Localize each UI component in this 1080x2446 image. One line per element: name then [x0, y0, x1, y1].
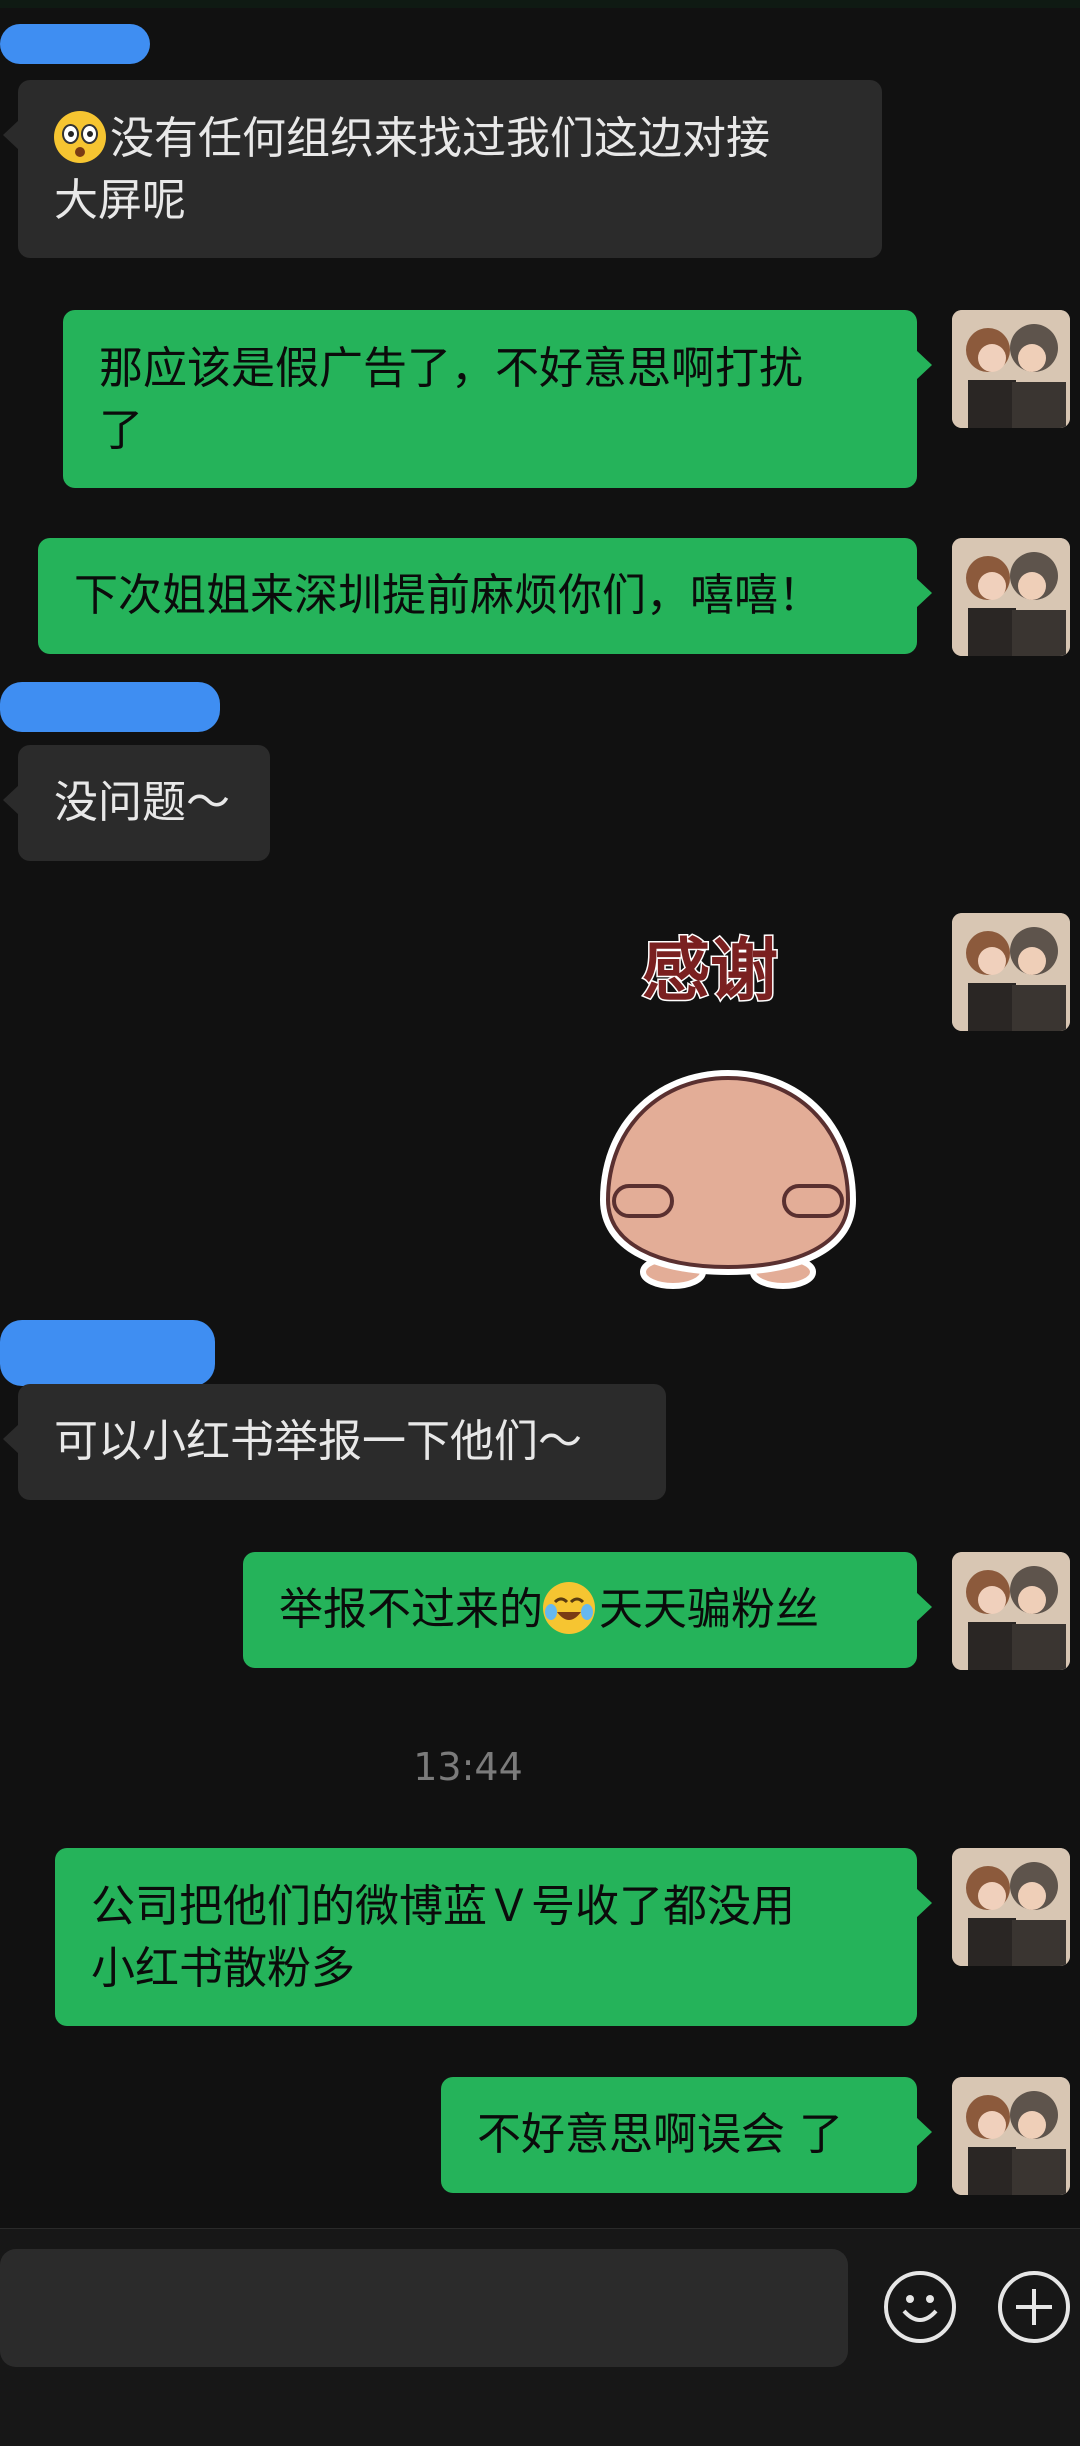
bubble-tail [916, 1888, 932, 1918]
sticker-caption: 感谢 [640, 931, 779, 1013]
bubble-tail [3, 120, 19, 150]
my-avatar[interactable] [952, 2077, 1070, 2195]
message-text: 可以小红书举报一下他们～ [54, 1416, 582, 1467]
sender-name-redacted [0, 682, 220, 732]
bubble-tail [916, 578, 932, 608]
message-text: 了 [99, 405, 143, 456]
sender-name-redacted [0, 1320, 215, 1386]
outgoing-message-bubble[interactable]: 不好意思啊误会 了 [441, 2077, 932, 2193]
outgoing-message-bubble[interactable]: 那应该是假广告了，不好意思啊打扰 了 [63, 310, 932, 488]
my-avatar[interactable] [952, 1848, 1070, 1966]
message-text: 大屏呢 [54, 175, 186, 226]
incoming-message-bubble[interactable]: 没问题～ [3, 745, 270, 861]
my-avatar[interactable] [952, 310, 1070, 428]
status-top-strip [0, 0, 1080, 8]
blob-thanks-sticker-icon[interactable] [588, 1060, 868, 1295]
my-avatar[interactable] [952, 1552, 1070, 1670]
incoming-message-bubble[interactable]: 没有任何组织来找过我们这边对接 大屏呢 [3, 80, 882, 258]
chat-input-bar [0, 2228, 1080, 2446]
bubble-tail [3, 785, 19, 815]
message-text: 不好意思啊误会 了 [477, 2109, 843, 2160]
outgoing-message-bubble[interactable]: 下次姐姐来深圳提前麻烦你们，嘻嘻！ [38, 538, 932, 654]
my-avatar[interactable] [952, 913, 1070, 1031]
message-input[interactable] [0, 2249, 848, 2367]
message-text: 没有任何组织来找过我们这边对接 [110, 113, 770, 164]
my-avatar[interactable] [952, 538, 1070, 656]
message-text: 没问题～ [54, 777, 230, 828]
message-text: 那应该是假广告了，不好意思啊打扰 [99, 343, 803, 394]
incoming-message-bubble[interactable]: 可以小红书举报一下他们～ [3, 1384, 666, 1500]
bubble-tail [916, 1592, 932, 1622]
message-text: 天天骗粉丝 [599, 1584, 819, 1635]
message-text: 举报不过来的 [279, 1584, 543, 1635]
emoji-button-icon[interactable] [884, 2271, 956, 2343]
flushed-face-emoji-icon [54, 111, 106, 163]
crying-laughing-emoji-icon [543, 1582, 595, 1634]
outgoing-message-bubble[interactable]: 举报不过来的 天天骗粉丝 [243, 1552, 932, 1668]
bubble-tail [916, 350, 932, 380]
chat-timestamp: 13:44 [413, 1745, 523, 1789]
sender-name-redacted [0, 24, 150, 64]
message-text: 小红书散粉多 [91, 1943, 355, 1994]
bubble-tail [916, 2117, 932, 2147]
message-text: 下次姐姐来深圳提前麻烦你们，嘻嘻！ [74, 570, 822, 621]
outgoing-message-bubble[interactable]: 公司把他们的微博蓝Ｖ号收了都没用 小红书散粉多 [55, 1848, 932, 2026]
plus-button-icon[interactable] [998, 2271, 1070, 2343]
bubble-tail [3, 1424, 19, 1454]
message-text: 公司把他们的微博蓝Ｖ号收了都没用 [91, 1881, 795, 1932]
